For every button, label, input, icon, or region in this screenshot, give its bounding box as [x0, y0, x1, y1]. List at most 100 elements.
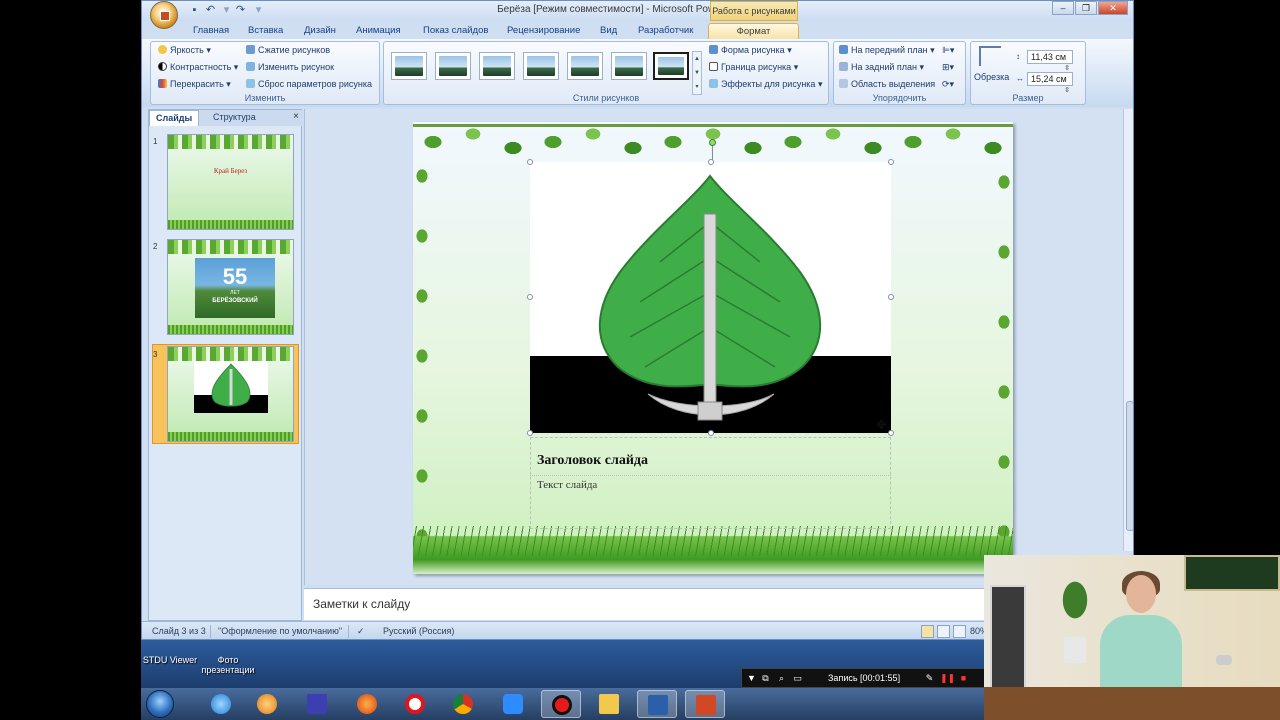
resize-handle-n[interactable]: [708, 159, 714, 165]
region-icon[interactable]: ▭: [792, 673, 803, 684]
taskbar-explorer[interactable]: [589, 690, 629, 718]
reset-picture-button[interactable]: Сброс параметров рисунка: [246, 79, 372, 89]
rotate-icon[interactable]: ⟳▾: [942, 79, 954, 90]
pen-icon[interactable]: ✎: [924, 673, 935, 684]
taskbar-word[interactable]: [637, 690, 677, 718]
resize-handle-nw[interactable]: [527, 159, 533, 165]
customize-qat-icon[interactable]: ▾: [252, 4, 265, 17]
tab-home[interactable]: Главная: [185, 23, 237, 40]
taskbar-firefox[interactable]: [347, 690, 387, 718]
group-picture-styles: ▲ ▼ ▾ Форма рисунка ▾ Граница рисунка ▾ Эф…: [383, 41, 829, 105]
send-to-back-label: На задний план: [851, 62, 918, 72]
scrollbar-thumb[interactable]: [1126, 401, 1133, 531]
picture-shape-label: Форма рисунка: [721, 45, 785, 55]
taskbar-powerpoint[interactable]: [685, 690, 725, 718]
tab-developer[interactable]: Разработчик: [630, 23, 701, 40]
taskbar-zoom[interactable]: [493, 690, 533, 718]
undo-icon[interactable]: ↶: [204, 4, 217, 17]
resize-handle-ne[interactable]: [888, 159, 894, 165]
minimize-button[interactable]: –: [1052, 1, 1074, 15]
tab-format[interactable]: Формат: [708, 23, 799, 40]
window-icon[interactable]: ⧉: [760, 673, 771, 684]
maximize-button[interactable]: ❐: [1075, 1, 1097, 15]
taskbar-recorder[interactable]: [541, 690, 581, 718]
slide-body-text[interactable]: Текст слайда: [537, 479, 597, 491]
tab-slideshow[interactable]: Показ слайдов: [415, 23, 496, 40]
tab-outline[interactable]: Структура: [207, 110, 262, 126]
resize-handle-s[interactable]: [708, 430, 714, 436]
width-input[interactable]: 15,24 см ⇳: [1027, 72, 1073, 94]
tab-insert[interactable]: Вставка: [240, 23, 291, 40]
slide-title[interactable]: Заголовок слайда: [537, 453, 648, 469]
align-icon[interactable]: ⊫▾: [942, 45, 954, 56]
slide-thumbnail-1[interactable]: Край Берез: [167, 134, 294, 230]
slide-sorter-button[interactable]: [937, 625, 950, 638]
close-panel-icon[interactable]: ×: [293, 111, 299, 122]
height-input[interactable]: 11,43 см ⇳: [1027, 50, 1073, 72]
taskbar-internet-explorer[interactable]: [201, 690, 241, 718]
tab-review[interactable]: Рецензирование: [499, 23, 588, 40]
recolor-button[interactable]: Перекрасить ▾: [158, 79, 231, 90]
undo-dropdown-icon[interactable]: ▾: [220, 4, 233, 17]
slides-panel: Слайды Структура × 1 Край Берез 2 55 ЛЕТ…: [148, 109, 303, 621]
thumbnail-title: Край Берез: [213, 167, 248, 175]
bring-to-front-button[interactable]: На передний план ▾: [839, 45, 935, 56]
zoom-icon[interactable]: ⌕: [776, 673, 787, 684]
picture-border-label: Граница рисунка: [721, 62, 792, 72]
picture-style-5[interactable]: [567, 52, 603, 80]
picture-shape-button[interactable]: Форма рисунка ▾: [709, 45, 792, 56]
slide-thumbnail-3[interactable]: [167, 346, 294, 442]
language-indicator[interactable]: Русский (Россия): [383, 626, 454, 636]
pause-icon[interactable]: ❚❚: [940, 673, 955, 684]
taskbar-opera[interactable]: [395, 690, 435, 718]
close-button[interactable]: ✕: [1098, 1, 1128, 15]
picture-style-1[interactable]: [391, 52, 427, 80]
selection-pane-button[interactable]: Область выделения: [839, 79, 935, 89]
change-picture-button[interactable]: Изменить рисунок: [246, 62, 334, 72]
start-button[interactable]: [146, 690, 174, 718]
vertical-scrollbar[interactable]: [1123, 109, 1133, 551]
taskbar-media-player[interactable]: [247, 690, 287, 718]
redo-icon[interactable]: ↷: [234, 4, 247, 17]
picture-style-4[interactable]: [523, 52, 559, 80]
stop-icon[interactable]: ■: [958, 673, 969, 684]
picture-style-6[interactable]: [611, 52, 647, 80]
picture-effects-button[interactable]: Эффекты для рисунка ▾: [709, 79, 822, 90]
contrast-button[interactable]: Контрастность ▾: [158, 62, 238, 73]
resize-handle-se[interactable]: [888, 430, 894, 436]
desktop-icon-stdu-viewer[interactable]: STDU Viewer: [140, 641, 200, 665]
right-vine-decoration: [995, 162, 1013, 552]
slideshow-view-button[interactable]: [953, 625, 966, 638]
tab-view[interactable]: Вид: [592, 23, 625, 40]
tab-design[interactable]: Дизайн: [296, 23, 344, 40]
title-bar: Берёза [Режим совместимости] - Microsoft…: [142, 1, 1133, 21]
recording-timer: Запись [00:01:55]: [828, 673, 901, 683]
resize-handle-sw[interactable]: [527, 430, 533, 436]
resize-handle-w[interactable]: [527, 294, 533, 300]
dropdown-icon[interactable]: ▼: [746, 673, 757, 684]
gallery-scroll[interactable]: ▲ ▼ ▾: [692, 51, 702, 95]
picture-style-7[interactable]: [653, 52, 689, 80]
normal-view-button[interactable]: [921, 625, 934, 638]
picture-style-2[interactable]: [435, 52, 471, 80]
coat-of-arms-picture[interactable]: [530, 162, 891, 433]
spellcheck-icon[interactable]: ✓: [357, 626, 365, 637]
resize-handle-e[interactable]: [888, 294, 894, 300]
send-to-back-button[interactable]: На задний план ▾: [839, 62, 924, 73]
picture-border-button[interactable]: Граница рисунка ▾: [709, 62, 798, 73]
save-icon[interactable]: ▪: [188, 4, 201, 17]
taskbar-save-app[interactable]: [297, 690, 337, 718]
crop-button[interactable]: Обрезка: [974, 72, 1009, 82]
brightness-button[interactable]: Яркость ▾: [158, 45, 211, 56]
rotation-handle[interactable]: [709, 139, 716, 146]
tab-animation[interactable]: Анимация: [348, 23, 409, 40]
media-player-icon: [257, 694, 277, 714]
taskbar-chrome[interactable]: [443, 690, 483, 718]
tab-slides[interactable]: Слайды: [149, 110, 200, 126]
group-icon[interactable]: ⊞▾: [942, 62, 954, 73]
compress-pictures-button[interactable]: Сжатие рисунков: [246, 45, 330, 55]
theme-name[interactable]: "Оформление по умолчанию": [218, 626, 342, 636]
picture-style-3[interactable]: [479, 52, 515, 80]
desktop-icon-photo-presentation[interactable]: Фото презентации: [198, 641, 258, 675]
slide-thumbnail-2[interactable]: 55 ЛЕТ БЕРЁЗОВСКИЙ: [167, 239, 294, 335]
